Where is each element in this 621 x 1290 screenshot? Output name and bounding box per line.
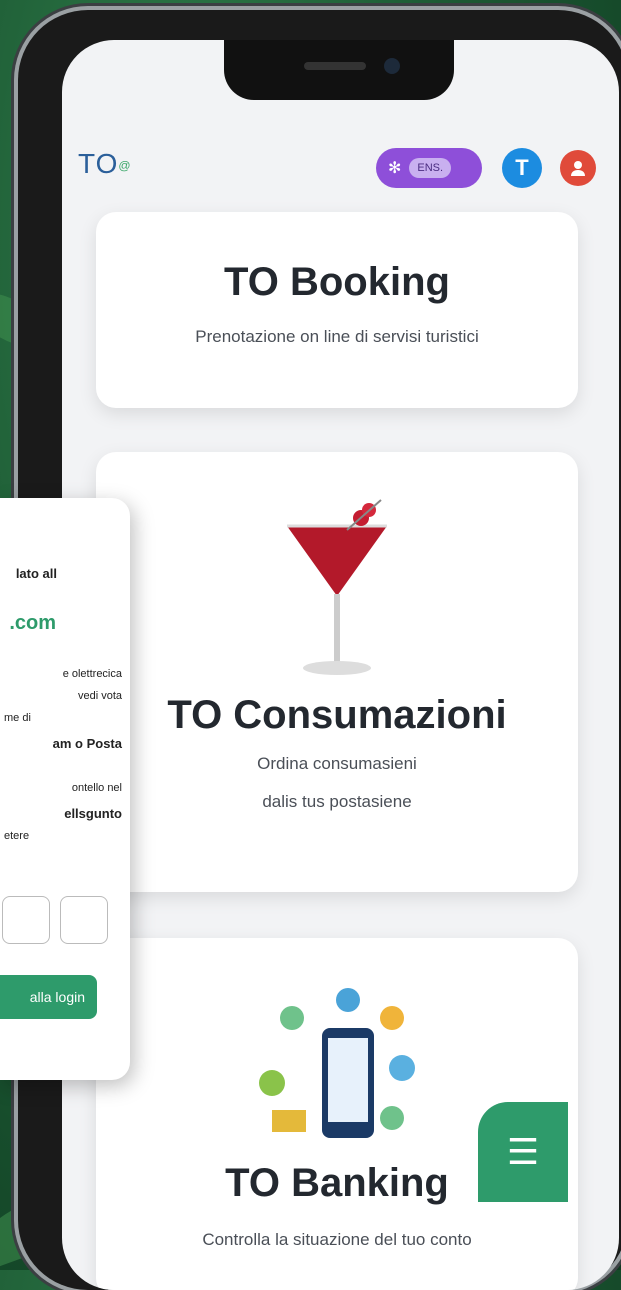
notch — [224, 40, 454, 100]
app-logo[interactable]: TO@ — [78, 148, 132, 180]
gear-sparkle-icon: ✻ — [388, 160, 402, 177]
login-button[interactable]: alla login — [0, 975, 97, 1019]
environment-tag: ENS. — [409, 158, 452, 178]
otp-digit-input[interactable] — [2, 896, 50, 944]
avatar[interactable]: T — [502, 148, 542, 188]
logo-suffix: @ — [118, 158, 132, 173]
menu-icon: ☰ — [506, 1131, 540, 1172]
app-header: TO@ ✻ ENS. T — [62, 140, 619, 200]
logo-text: TO — [78, 148, 119, 179]
modal-text-line: ellsgunto — [64, 806, 122, 821]
card-description-line1: Ordina consumasieni — [257, 754, 417, 773]
cocktail-icon — [287, 499, 387, 675]
card-consumazioni[interactable]: TO Consumazioni Ordina consumasieni dali… — [96, 452, 578, 892]
environment-pill[interactable]: ✻ ENS. — [376, 148, 482, 188]
otp-digit-input[interactable] — [60, 896, 108, 944]
card-booking[interactable]: TO Booking Prenotazione on line di servi… — [96, 212, 578, 408]
camera — [384, 58, 400, 74]
modal-text-line: me di — [4, 712, 31, 724]
card-title: TO Booking — [224, 260, 450, 304]
modal-text-line: ontello nel — [71, 782, 122, 794]
card-description: Prenotazione on line di servisi turistic… — [195, 327, 479, 346]
banking-icon — [259, 988, 415, 1138]
modal-text-line: e olettrecica — [62, 668, 122, 680]
modal-text-line: am o Posta — [52, 736, 122, 751]
modal-email: .com — [9, 612, 56, 634]
user-icon[interactable] — [560, 150, 596, 186]
modal-text-line: vedi vota — [77, 690, 122, 702]
speaker — [304, 62, 366, 70]
modal-text-line: etere — [4, 830, 30, 842]
card-description-line2: dalis tus postasiene — [262, 792, 412, 811]
modal-text-line: lato all — [15, 566, 57, 581]
menu-fab-button[interactable]: ☰ — [478, 1102, 568, 1202]
card-description: Controlla la situazione del tuo conto — [202, 1230, 472, 1249]
card-title: TO Consumazioni — [167, 693, 507, 737]
